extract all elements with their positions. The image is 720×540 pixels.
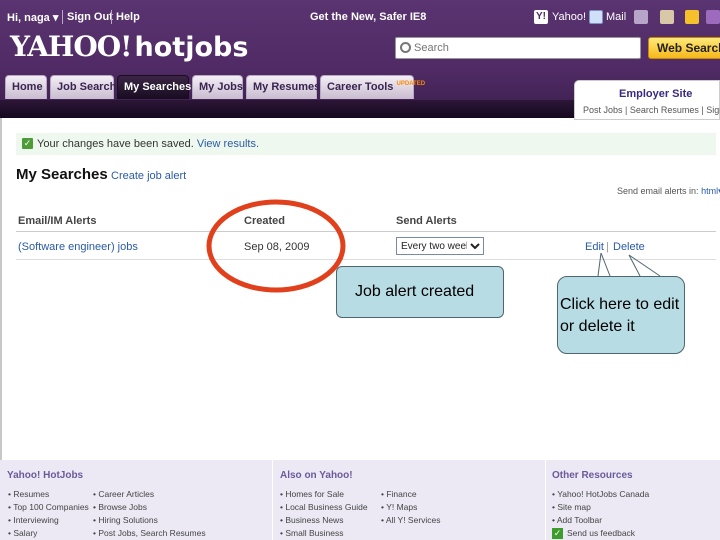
notice-text: Your changes have been saved. View resul… (37, 138, 259, 150)
employer-site-box: Employer Site Post Jobs | Search Resumes… (574, 80, 720, 120)
footer-link[interactable]: • Top 100 Companies (8, 502, 89, 512)
help-link[interactable]: Help (116, 11, 140, 23)
more-icon[interactable] (706, 10, 720, 24)
ie8-promo-link[interactable]: Get the New, Safer IE8 (310, 11, 426, 23)
divider (62, 10, 63, 24)
employer-site-title[interactable]: Employer Site (619, 88, 692, 100)
send-feedback-link[interactable]: Send us feedback (567, 528, 635, 538)
yahoo-icon[interactable]: Y! (534, 10, 548, 24)
mail-icon[interactable] (589, 10, 603, 24)
footer-col-hotjobs-title: Yahoo! HotJobs (7, 470, 84, 481)
updated-badge: UPDATED (396, 81, 426, 87)
footer-link[interactable]: • All Y! Services (381, 515, 441, 525)
footer-link[interactable]: • Career Articles (93, 489, 154, 499)
format-select[interactable]: html▾ (701, 186, 720, 196)
col-created-header: Created (244, 215, 285, 227)
tab-career-tools-label: Career Tools (327, 81, 394, 93)
table-header: Email/IM Alerts Created Send Alerts (16, 210, 716, 232)
divider: | (606, 241, 609, 253)
toolbar-icon[interactable] (634, 10, 648, 24)
tab-career-tools[interactable]: Career Tools UPDATED (320, 75, 425, 99)
footer-link[interactable]: • Add Toolbar (552, 515, 602, 525)
search-icon (400, 42, 411, 53)
page-title: My Searches (16, 166, 108, 183)
footer-link[interactable]: • Site map (552, 502, 591, 512)
delete-link[interactable]: Delete (613, 241, 645, 253)
search-resumes-link[interactable]: Search Resumes (630, 105, 699, 115)
footer-divider (545, 460, 546, 540)
sign-in-link[interactable]: Sign In (706, 105, 720, 115)
bookmark-icon[interactable] (660, 10, 674, 24)
tab-my-jobs[interactable]: My Jobs (192, 75, 243, 99)
send-alerts-label: Send email alerts in: (617, 186, 699, 196)
yahoo-hotjobs-logo[interactable]: YAHOO! hotjobs (10, 30, 248, 63)
search-input[interactable] (414, 40, 634, 56)
alerts-table: Email/IM Alerts Created Send Alerts (Sof… (16, 210, 716, 262)
footer-link[interactable]: • Finance (381, 489, 417, 499)
footer-link[interactable]: • Homes for Sale (280, 489, 344, 499)
tab-job-search[interactable]: Job Search (50, 75, 116, 99)
footer-link[interactable]: • Business News (280, 515, 343, 525)
tab-my-resumes[interactable]: My Resumes (246, 75, 320, 99)
footer-link[interactable]: • Browse Jobs (93, 502, 147, 512)
footer-col-also-title: Also on Yahoo! (280, 470, 353, 481)
tab-home[interactable]: Home (5, 75, 47, 99)
yahoo-link[interactable]: Yahoo! (552, 11, 586, 23)
user-greeting[interactable]: Hi, naga ▾ (7, 11, 58, 24)
send-alerts-format: Send email alerts in: html▾ (617, 186, 720, 197)
footer-divider (272, 460, 273, 540)
employer-links: Post Jobs | Search Resumes | Sign In (583, 105, 720, 115)
footer-link[interactable]: • Resumes (8, 489, 49, 499)
alert-name-link[interactable]: (Software engineer) jobs (18, 241, 138, 253)
view-results-link[interactable]: View results. (197, 138, 259, 150)
footer-link[interactable]: • Salary (8, 528, 37, 538)
footer-link[interactable]: • Interviewing (8, 515, 59, 525)
footer-link[interactable]: • Small Business (280, 528, 343, 538)
footer-link[interactable]: • Yahoo! HotJobs Canada (552, 489, 649, 499)
footer-link[interactable]: • Local Business Guide (280, 502, 368, 512)
created-date: Sep 08, 2009 (244, 241, 310, 253)
footer-link[interactable]: • Y! Maps (381, 502, 417, 512)
checkmark-icon: ✓ (22, 138, 33, 149)
games-icon[interactable] (685, 10, 699, 24)
edit-delete-callout: Click here to edit or delete it (557, 276, 685, 354)
feedback-icon: ✓ (552, 528, 563, 539)
footer-col-other-title: Other Resources (552, 470, 633, 481)
page-border (0, 118, 2, 460)
col-send-alerts-header: Send Alerts (396, 215, 457, 227)
job-alert-created-callout: Job alert created (336, 266, 504, 318)
create-job-alert-link[interactable]: Create job alert (111, 170, 186, 182)
sign-out-link[interactable]: Sign Out (67, 11, 113, 23)
web-search-button[interactable]: Web Search (648, 37, 720, 59)
post-jobs-link[interactable]: Post Jobs (583, 105, 623, 115)
col-alerts-header: Email/IM Alerts (18, 215, 97, 227)
yahoo-mail-links: Y! Yahoo! Mail (530, 7, 720, 27)
search-box (395, 37, 641, 59)
frequency-select[interactable]: Every two weeks (396, 237, 484, 255)
footer-link[interactable]: • Hiring Solutions (93, 515, 158, 525)
tab-my-searches[interactable]: My Searches (117, 75, 191, 99)
mail-link[interactable]: Mail (606, 11, 626, 23)
notice-message: Your changes have been saved. (37, 138, 194, 150)
divider (111, 10, 112, 24)
edit-link[interactable]: Edit (585, 241, 604, 253)
table-row: (Software engineer) jobs Sep 08, 2009 Ev… (16, 232, 716, 260)
footer-link[interactable]: • Post Jobs, Search Resumes (93, 528, 206, 538)
